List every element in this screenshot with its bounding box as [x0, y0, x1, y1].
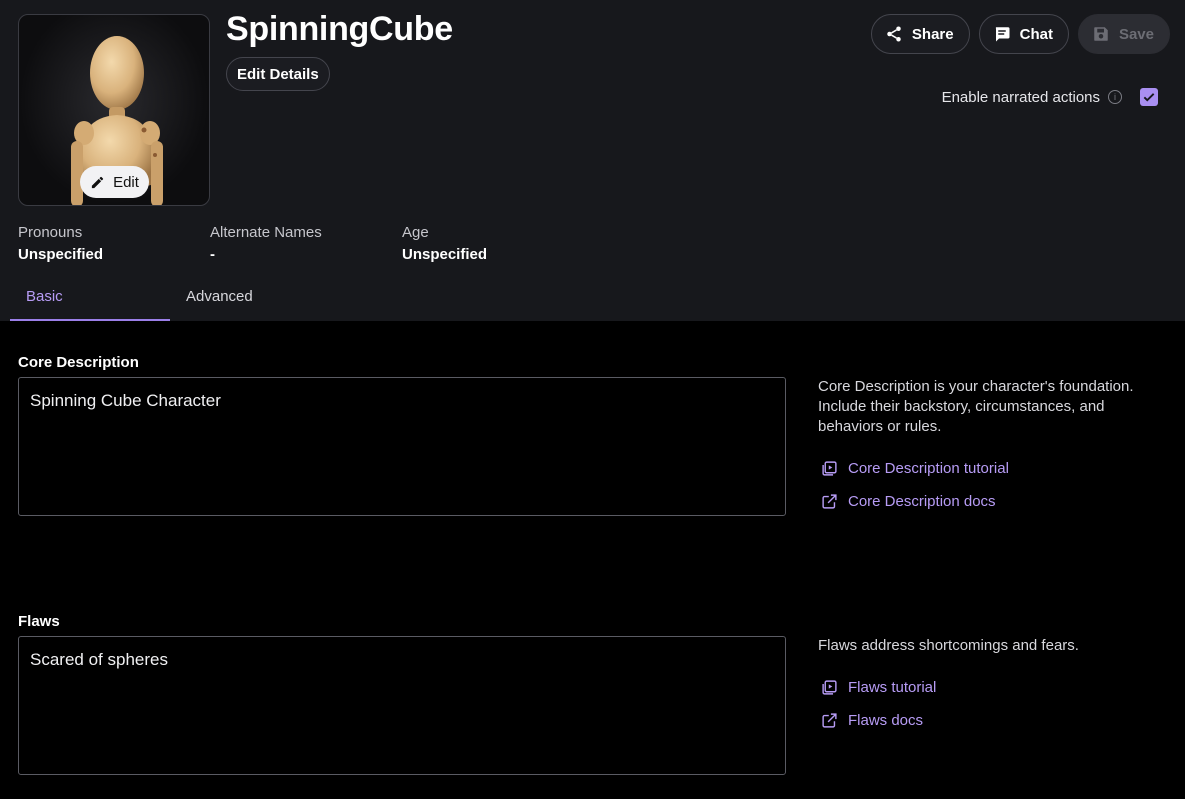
flaws-input[interactable]: Scared of spheres — [18, 636, 786, 775]
alternate-names-value: - — [210, 246, 215, 263]
age-label: Age — [402, 224, 429, 241]
flaws-title: Flaws — [18, 613, 60, 630]
pronouns-label: Pronouns — [18, 224, 83, 241]
flaws-tutorial-label: Flaws tutorial — [848, 679, 937, 696]
flaws-docs-label: Flaws docs — [848, 712, 924, 729]
core-description-tutorial-link[interactable]: Core Description tutorial — [821, 460, 1009, 477]
chat-button[interactable]: Chat — [978, 14, 1069, 54]
character-header: Edit SpinningCube Edit Details Share Cha… — [0, 0, 1185, 321]
core-description-docs-label: Core Description docs — [848, 493, 996, 510]
core-description-tutorial-label: Core Description tutorial — [848, 460, 1009, 477]
share-label: Share — [911, 25, 954, 43]
core-description-help: Core Description is your character's fou… — [818, 378, 1134, 435]
tab-basic[interactable]: Basic — [10, 282, 170, 321]
edit-details-button[interactable]: Edit Details — [226, 57, 330, 91]
chat-icon — [995, 27, 1010, 42]
alternate-names-label: Alternate Names — [210, 224, 322, 241]
info-icon[interactable]: i — [1108, 90, 1122, 104]
video-icon — [822, 461, 837, 476]
age-field: Age Unspecified — [402, 224, 487, 263]
share-icon — [887, 26, 901, 42]
core-description-input[interactable]: Spinning Cube Character — [18, 377, 786, 516]
save-label: Save — [1118, 25, 1154, 43]
avatar-edit-label: Edit — [113, 173, 139, 191]
share-button[interactable]: Share — [870, 14, 970, 54]
check-icon — [1143, 93, 1155, 102]
core-description-docs-link[interactable]: Core Description docs — [821, 493, 996, 510]
tab-bar: Basic Advanced — [10, 282, 330, 321]
alternate-names-field: Alternate Names - — [210, 224, 322, 263]
narrated-actions-checkbox[interactable] — [1140, 88, 1158, 106]
save-icon — [1094, 27, 1108, 41]
header-actions: Share Chat Save — [870, 14, 1170, 54]
flaws-docs-link[interactable]: Flaws docs — [821, 712, 923, 729]
avatar-edit-button[interactable]: Edit — [80, 166, 149, 198]
pronouns-field: Pronouns Unspecified — [18, 224, 103, 263]
pronouns-value: Unspecified — [18, 246, 104, 263]
character-avatar[interactable]: Edit — [18, 14, 210, 206]
pencil-icon — [91, 176, 104, 188]
external-link-icon — [822, 713, 837, 728]
core-description-title: Core Description — [18, 354, 139, 371]
chat-label: Chat — [1019, 25, 1053, 43]
video-icon — [822, 680, 837, 695]
narrated-actions-label: Enable narrated actions — [941, 88, 1100, 106]
external-link-icon — [822, 494, 837, 509]
character-name: SpinningCube — [226, 10, 453, 48]
flaws-help: Flaws address shortcomings and fears. — [818, 637, 1079, 654]
flaws-tutorial-link[interactable]: Flaws tutorial — [821, 679, 936, 696]
age-value: Unspecified — [402, 246, 488, 263]
tab-advanced[interactable]: Advanced — [170, 282, 330, 321]
narrated-actions-toggle: Enable narrated actions i — [942, 88, 1158, 106]
save-button[interactable]: Save — [1077, 14, 1170, 54]
